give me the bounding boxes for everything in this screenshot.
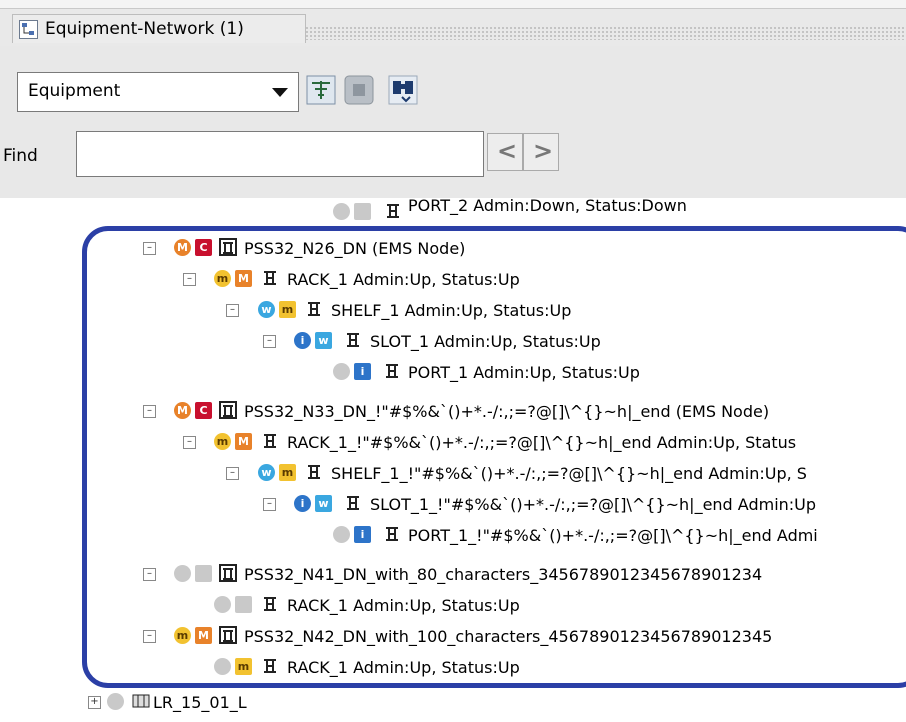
expand-toggle[interactable]: + — [88, 696, 101, 709]
tab-equipment-network[interactable]: Equipment-Network (1) — [12, 14, 306, 43]
chevron-down-icon — [272, 88, 288, 97]
stop-icon — [344, 75, 374, 105]
stop-button[interactable] — [344, 75, 374, 105]
equipment-icon — [386, 203, 400, 219]
title-drag-area[interactable] — [305, 26, 906, 40]
find-label: Find — [3, 146, 38, 166]
highlight-outline — [82, 226, 906, 688]
find-input[interactable] — [76, 131, 484, 177]
collapse-tree-button[interactable] — [306, 75, 336, 105]
tree-row-label: PORT_2 Admin:Down, Status:Down — [408, 198, 687, 215]
find-previous-button[interactable]: < — [487, 133, 523, 171]
tree-row-label: LR_15_01_L — [153, 693, 247, 712]
status-clear-icon — [333, 203, 350, 220]
view-dropdown-value: Equipment — [28, 81, 121, 101]
tree-row-lr[interactable]: + LR_15_01_L — [0, 688, 906, 718]
chevron-right-icon: > — [533, 137, 554, 165]
title-top-edge — [0, 0, 906, 9]
collapse-tree-icon — [306, 75, 336, 105]
chevron-left-icon: < — [497, 137, 518, 165]
tree-row-port-2[interactable]: PORT_2 Admin:Down, Status:Down — [0, 198, 906, 228]
find-next-button[interactable]: > — [523, 133, 559, 171]
binoculars-icon — [388, 75, 418, 105]
tab-label: Equipment-Network (1) — [45, 19, 244, 39]
tree-network-icon — [19, 20, 38, 39]
equipment-icon — [132, 693, 150, 709]
status-clear-icon — [354, 203, 371, 220]
find-tool-button[interactable] — [388, 75, 418, 105]
status-clear-icon — [107, 693, 124, 710]
view-dropdown[interactable]: Equipment — [17, 72, 299, 112]
